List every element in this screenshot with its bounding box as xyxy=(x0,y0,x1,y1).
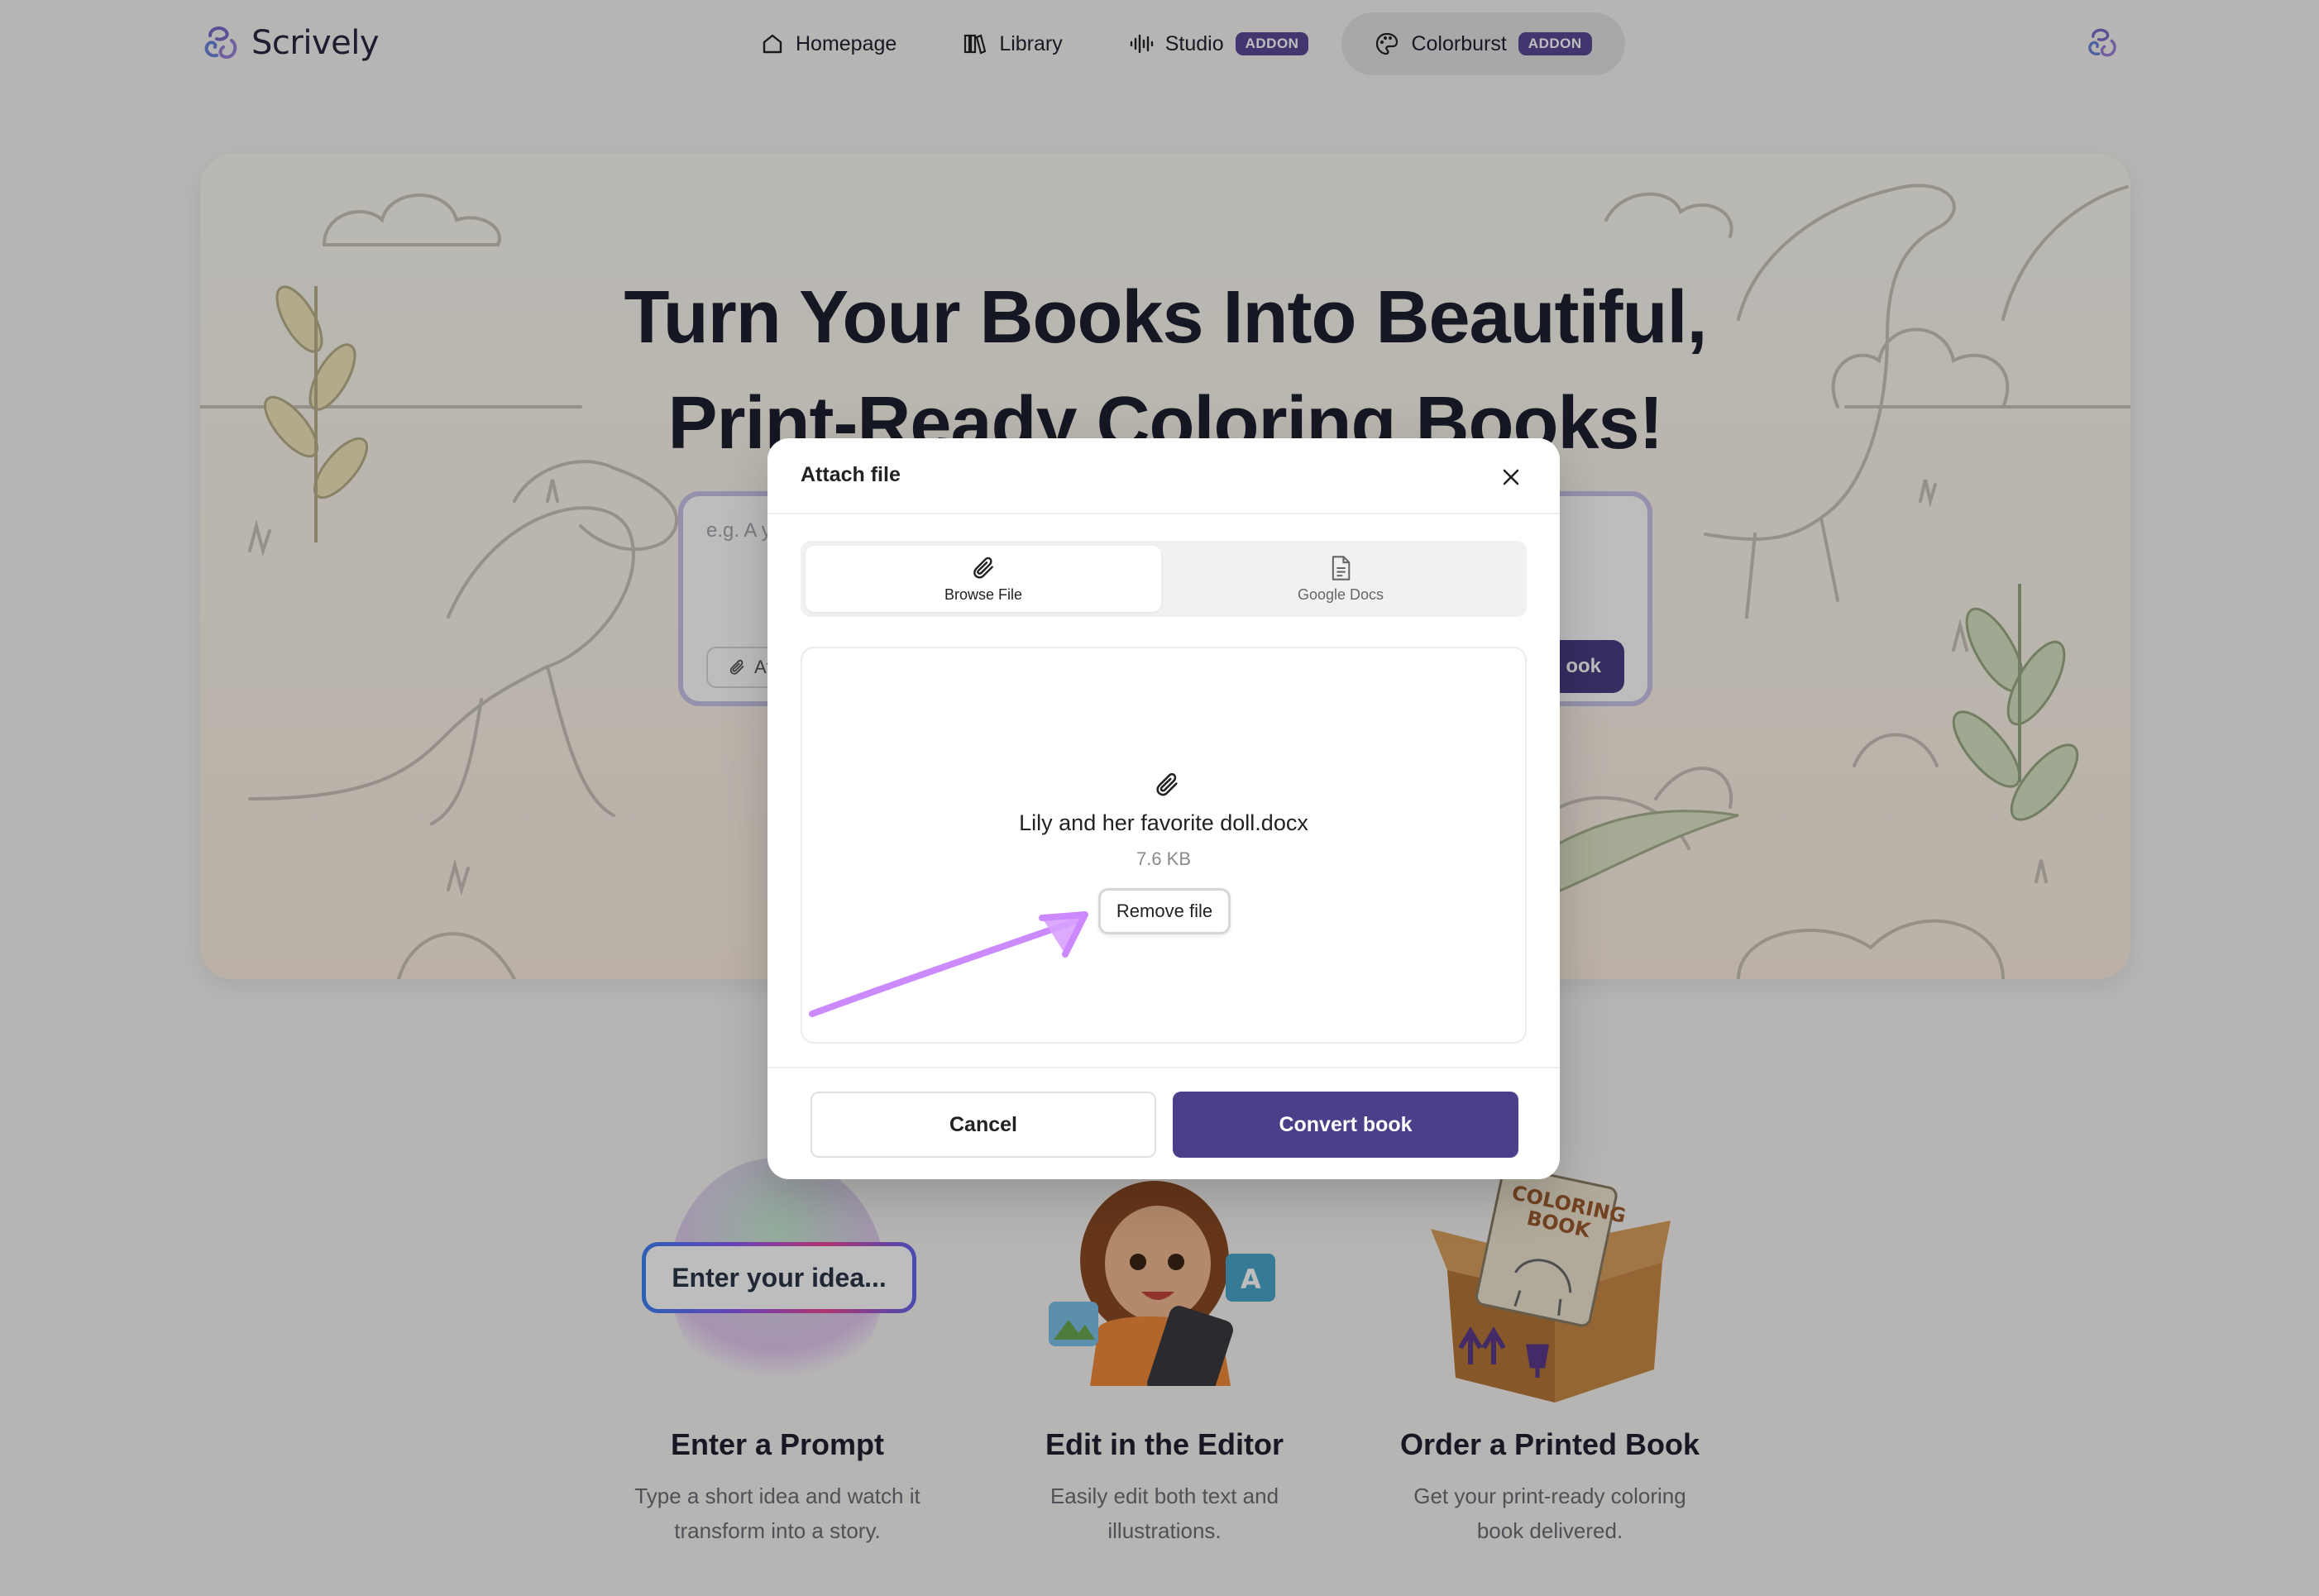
convert-book-button[interactable]: Convert book xyxy=(1173,1092,1518,1158)
document-icon xyxy=(1332,555,1351,581)
dialog-footer: Cancel Convert book xyxy=(767,1067,1560,1179)
tab-browse-file[interactable]: Browse File xyxy=(806,546,1161,612)
annotation-arrow-icon xyxy=(809,911,1088,1017)
paperclip-icon xyxy=(973,557,993,578)
cancel-button[interactable]: Cancel xyxy=(810,1092,1156,1158)
tab-label: Browse File xyxy=(944,585,1023,603)
file-dropzone[interactable]: Lily and her favorite doll.docx 7.6 KB R… xyxy=(801,647,1527,1044)
source-tabs: Browse File Google Docs xyxy=(801,541,1527,617)
close-icon xyxy=(1503,469,1519,485)
tab-label: Google Docs xyxy=(1297,585,1384,603)
close-button[interactable] xyxy=(1502,468,1520,490)
dialog-header: Attach file xyxy=(767,438,1560,514)
attach-file-dialog: Attach file Browse File Google Docs Lily… xyxy=(767,438,1560,1179)
dialog-title: Attach file xyxy=(801,463,901,486)
tab-google-docs[interactable]: Google Docs xyxy=(1163,546,1518,612)
